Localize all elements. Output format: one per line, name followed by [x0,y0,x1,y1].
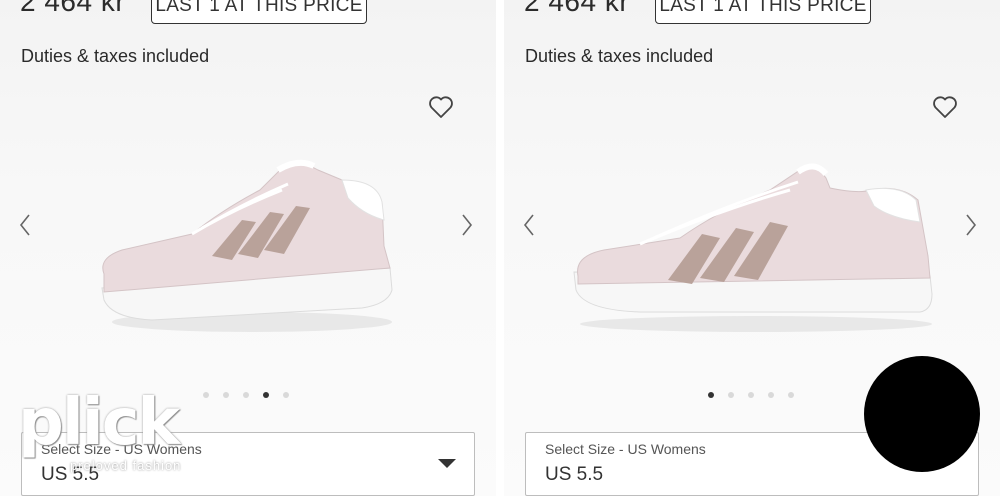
carousel-dot-active[interactable] [263,392,269,398]
product-image-sneaker [573,163,933,332]
chevron-right-icon[interactable] [460,212,474,238]
product-image-sneaker [101,159,393,332]
heart-icon[interactable] [428,95,454,119]
carousel-dot[interactable] [748,392,754,398]
price: 2 464 kr [524,0,630,17]
chevron-left-icon[interactable] [522,212,536,238]
last-one-badge: LAST 1 AT THIS PRICE [151,0,367,24]
carousel-dot[interactable] [223,392,229,398]
chevron-right-icon[interactable] [964,212,978,238]
size-select-label: Select Size - US Womens [41,441,202,457]
duties-note: Duties & taxes included [21,46,210,66]
panel-divider [496,0,504,496]
product-panel-left: 2 464 kr LAST 1 AT THIS PRICE Duties & t… [0,0,496,496]
carousel-dots [203,392,289,398]
caret-down-icon [438,459,456,468]
carousel-dot-active[interactable] [708,392,714,398]
carousel-dot[interactable] [788,392,794,398]
carousel-dot[interactable] [768,392,774,398]
last-one-badge: LAST 1 AT THIS PRICE [655,0,871,24]
price: 2 464 kr [20,0,126,17]
heart-icon[interactable] [932,95,958,119]
redaction-circle [864,356,980,472]
carousel-dots [708,392,794,398]
carousel-dot[interactable] [243,392,249,398]
size-select-value: US 5.5 [41,464,100,485]
size-select-label: Select Size - US Womens [545,441,706,457]
carousel-dot[interactable] [728,392,734,398]
duties-note: Duties & taxes included [525,46,714,66]
carousel-dot[interactable] [203,392,209,398]
carousel-dot[interactable] [283,392,289,398]
size-select-value: US 5.5 [545,464,604,485]
chevron-left-icon[interactable] [18,212,32,238]
size-select[interactable]: Select Size - US Womens US 5.5 [21,432,475,496]
